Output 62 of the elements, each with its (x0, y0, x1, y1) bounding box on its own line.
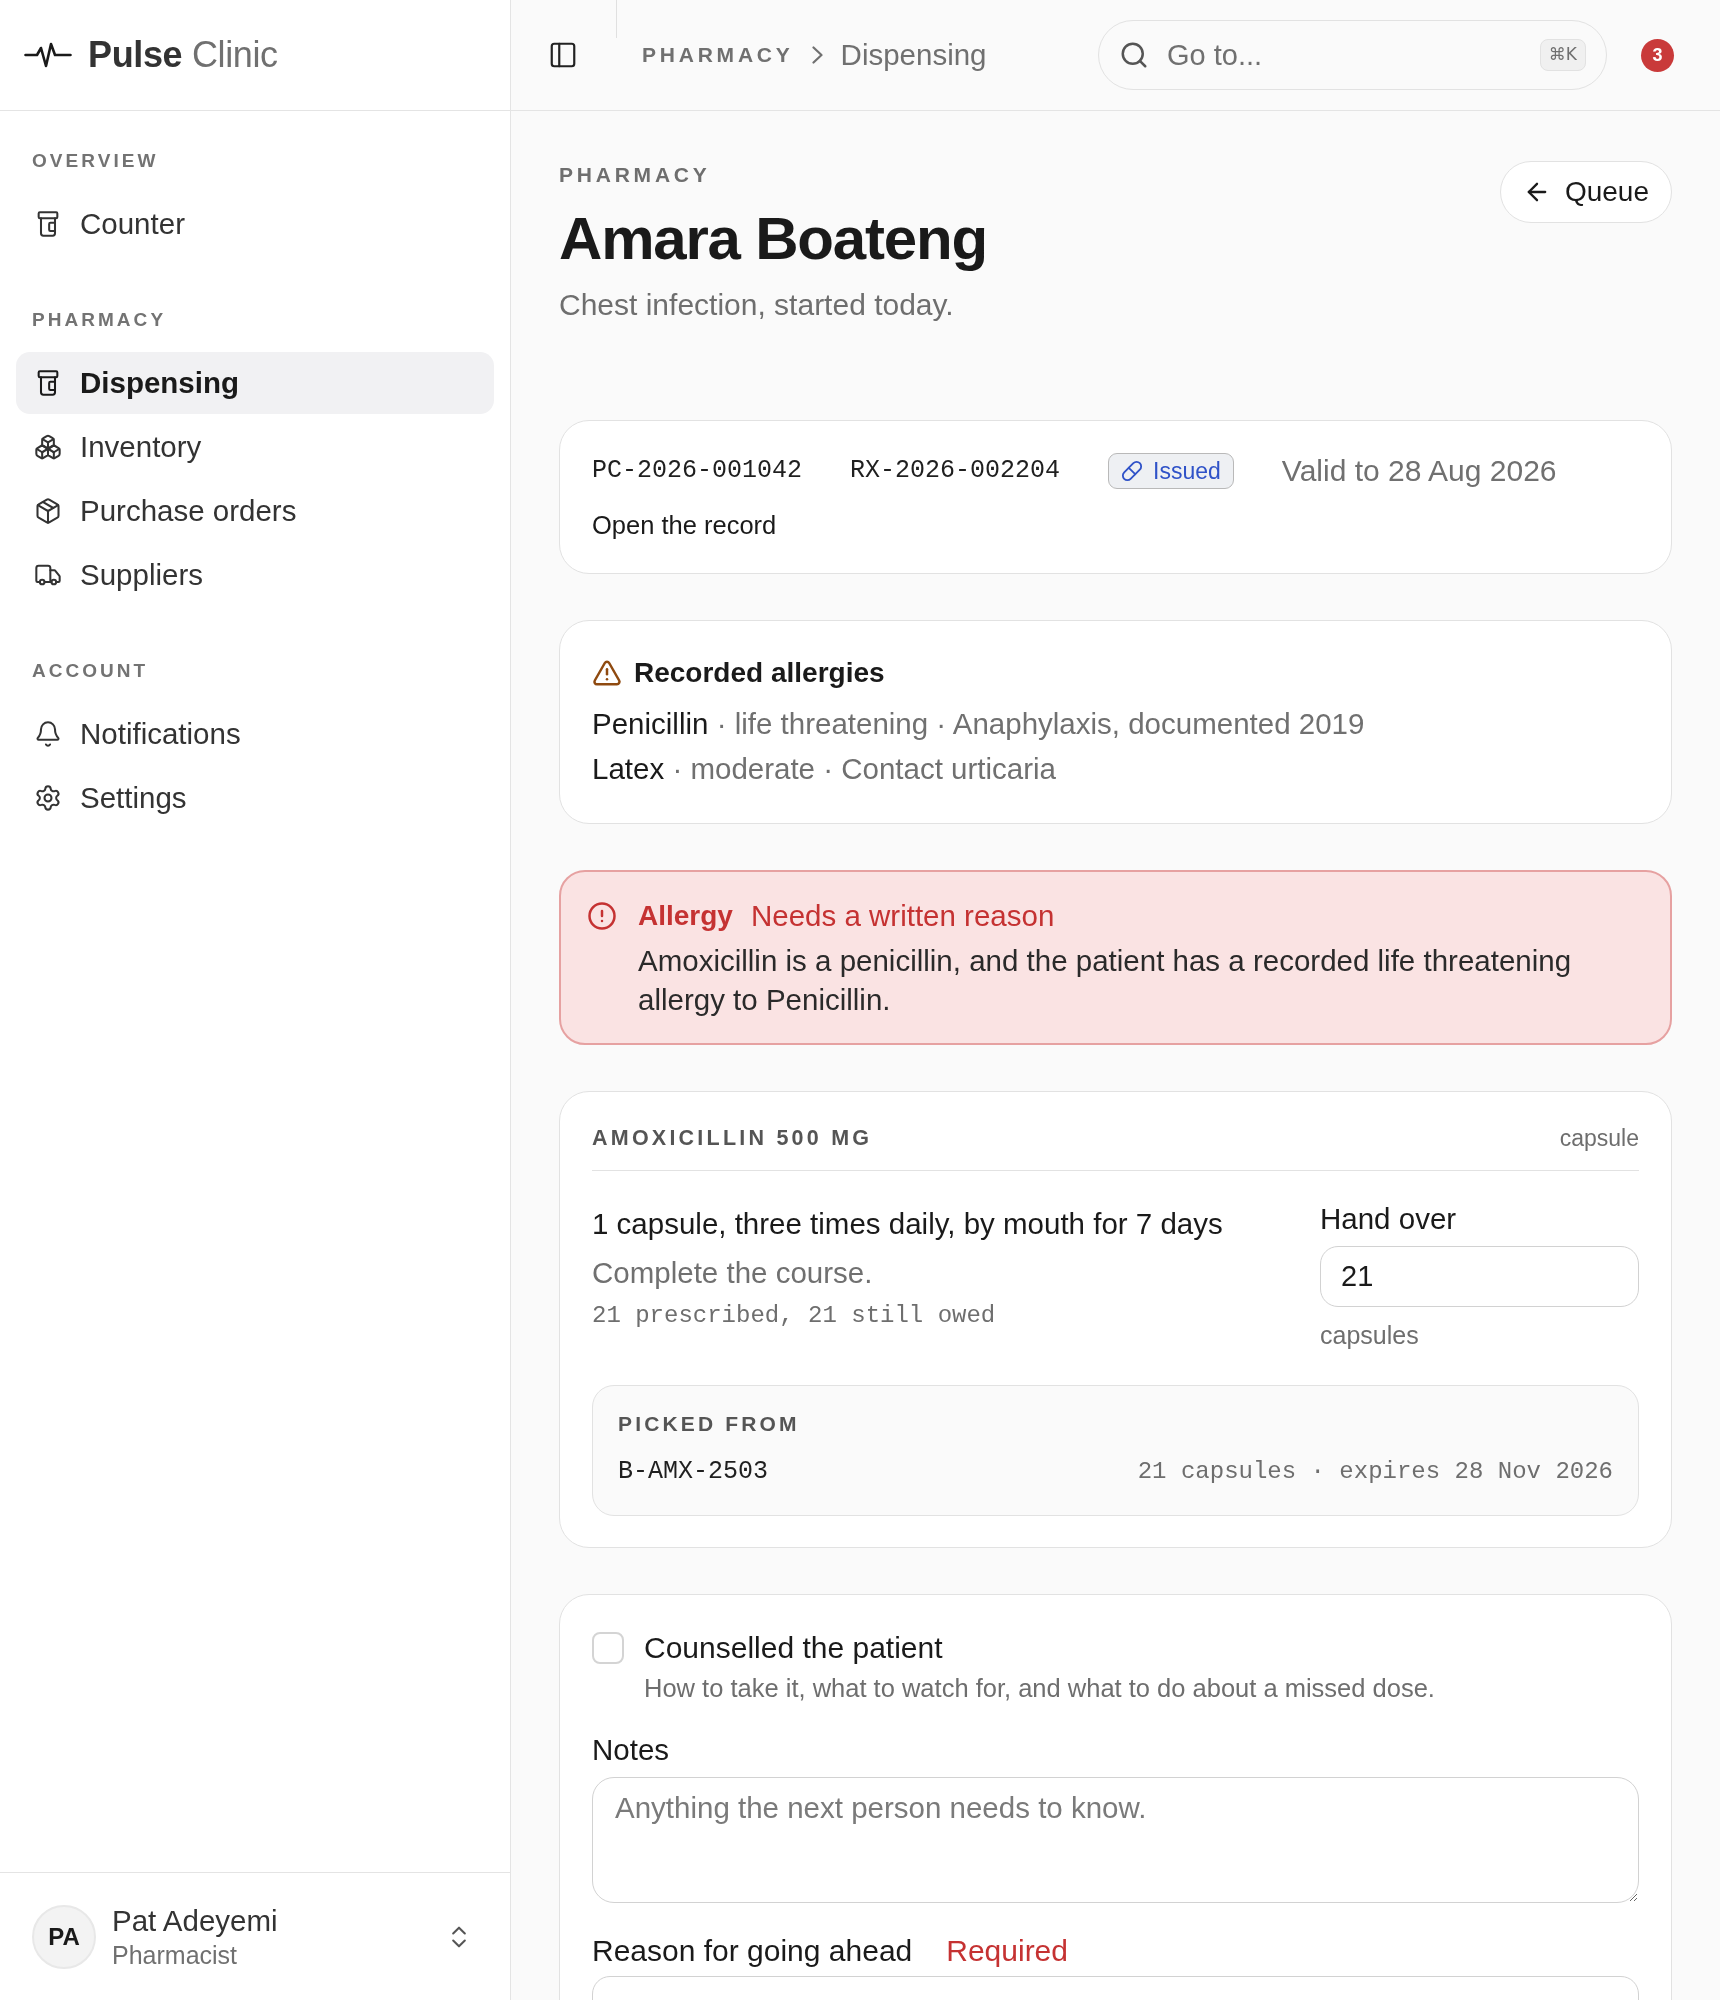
sidebar-item[interactable]: Inventory (16, 416, 494, 478)
breadcrumb-link[interactable]: PHARMACY (642, 41, 794, 69)
checkbox-hint: How to take it, what to watch for, and what to do about a missed dose. (644, 1673, 1435, 1704)
alert-status: Needs a written reason (750, 898, 1055, 934)
prescription-id: RX-2026-002204 (850, 455, 1061, 487)
sidebar-item[interactable]: Suppliers (16, 544, 494, 606)
notification-badge[interactable]: 3 (1641, 38, 1674, 72)
patient-id: PC-2026-001042 (592, 455, 803, 487)
allergy-entry: Penicillin · life threatening · Anaphylaxis, documented 2019 (592, 706, 1366, 742)
validity-date: Valid to 28 Aug 2026 (1281, 453, 1557, 489)
pulse-logo-icon (24, 41, 72, 69)
instruction-text: Complete the course. (592, 1255, 874, 1291)
section-label: OVERVIEW (31, 149, 160, 173)
quantity-note: 21 prescribed, 21 still owed (592, 1301, 997, 1331)
medication-name: AMOXICILLIN 500 MG (592, 1125, 873, 1152)
field-label: Reason for going ahead (592, 1933, 913, 1969)
alert-title: Allergy (638, 899, 733, 933)
unit-label: capsules (1320, 1320, 1420, 1351)
section-title: Recorded allergies (634, 656, 885, 690)
section-label: ACCOUNT (31, 659, 150, 683)
batch-details: 21 capsules · expires 28 Nov 2026 (1137, 1457, 1613, 1487)
sidebar-item[interactable]: Settings (16, 767, 494, 829)
notes-field[interactable]: Anything the next person needs to know. (592, 1777, 1639, 1903)
sidebar-item[interactable]: Dispensing (16, 352, 494, 414)
sidebar-toggle-icon[interactable] (548, 40, 578, 70)
page-eyebrow: PHARMACY (559, 162, 712, 188)
checkbox-label: Counselled the patient (644, 1630, 944, 1666)
boxes-icon (34, 433, 62, 461)
allergy-entry: Latex · moderate · Contact urticaria (592, 751, 1058, 787)
alert-icon (587, 901, 617, 931)
bell-icon (34, 720, 62, 748)
required-label: Required (946, 1933, 1068, 1969)
dosage-directions: 1 capsule, three times daily, by mouth for 7 days (592, 1206, 1224, 1242)
checkbox[interactable] (592, 1632, 624, 1664)
package-icon (34, 497, 62, 525)
back-button[interactable]: Queue (1499, 161, 1672, 223)
user-avatar: PA (32, 1904, 96, 1969)
shortcut-hint: ⌘K (1539, 39, 1586, 71)
sidebar-item[interactable]: Purchase orders (16, 480, 494, 542)
alert-message: Amoxicillin is a penicillin, and the patient has a recorded life threatening allergy to Penicillin. (638, 943, 1573, 1018)
sidebar-item[interactable]: Notifications (16, 703, 494, 765)
brand-name: Pulse Clinic (88, 35, 278, 75)
sidebar-item[interactable]: Counter (16, 193, 494, 255)
search-icon (1119, 40, 1149, 70)
field-label: Hand over (1320, 1201, 1458, 1237)
warning-icon (592, 658, 622, 688)
settings-icon (34, 784, 62, 812)
quantity-field[interactable]: 21 (1320, 1246, 1639, 1307)
dosage-form: capsule (1559, 1124, 1639, 1152)
record-link[interactable]: Open the record (592, 509, 777, 541)
batch-number: B-AMX-2503 (618, 1456, 769, 1488)
section-label: PHARMACY (31, 308, 168, 332)
patient-name: Amara Boateng (559, 204, 987, 273)
batch-label: PICKED FROM (618, 1411, 801, 1437)
breadcrumb-current: Dispensing (840, 37, 987, 73)
field-label: Notes (592, 1732, 671, 1768)
user-role: Pharmacist (112, 1939, 239, 1971)
status-text: Issued (1153, 457, 1221, 485)
page-subtitle: Chest infection, started today. (559, 287, 955, 323)
pill-icon (1121, 460, 1144, 482)
chevron-right-icon (811, 46, 823, 64)
user-name: Pat Adeyemi (112, 1902, 278, 1939)
